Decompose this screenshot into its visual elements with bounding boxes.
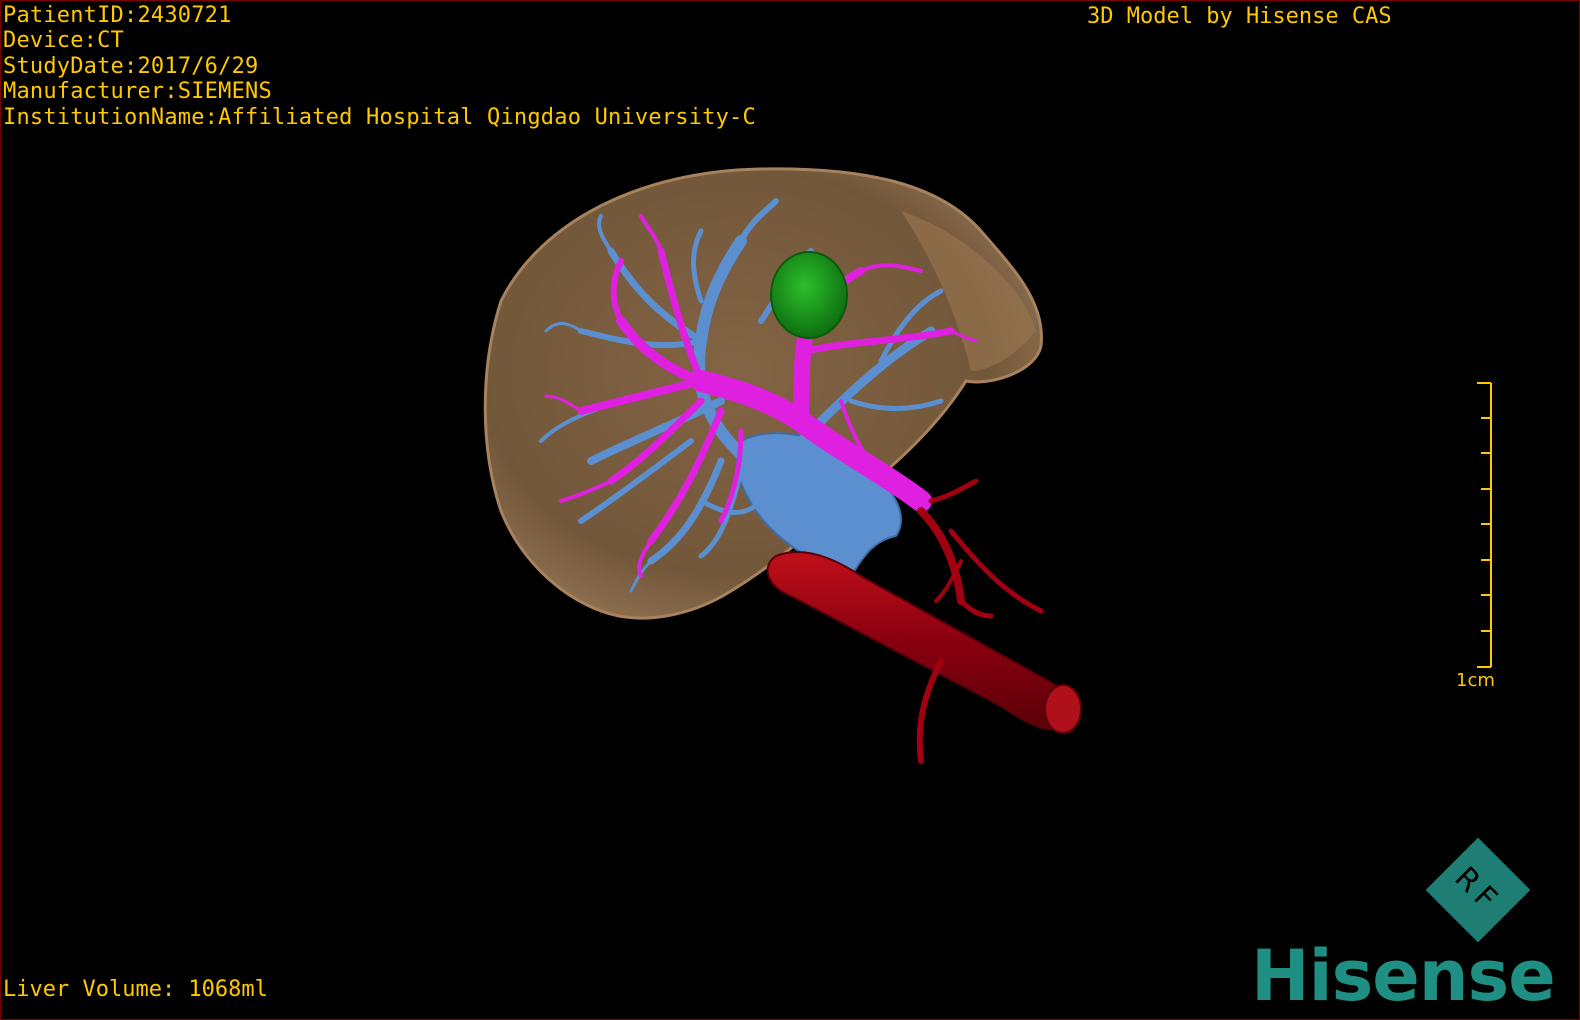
3d-model-viewport[interactable]: PatientID:2430721 Device:CT StudyDate:20… [0,0,1580,1020]
device: Device:CT [3,28,125,54]
study-date: StudyDate:2017/6/29 [3,53,259,79]
scale-bar-label: 1cm [1456,670,1495,691]
liver-volume: Liver Volume: 1068ml [3,977,268,1002]
dicom-info-overlay: PatientID:2430721 Device:CT StudyDate:20… [3,3,756,130]
hisense-logo: Hisense [1251,935,1556,1017]
manufacturer: Manufacturer:SIEMENS [3,79,272,105]
patient-id: PatientID:2430721 [3,3,232,28]
institution-name: InstitutionName:Affiliated Hospital Qing… [3,104,756,130]
model-credit: 3D Model by Hisense CAS [1087,4,1392,29]
scale-bar [1477,382,1492,668]
tumor [770,251,848,339]
liver-3d-model[interactable] [1,1,1580,1020]
